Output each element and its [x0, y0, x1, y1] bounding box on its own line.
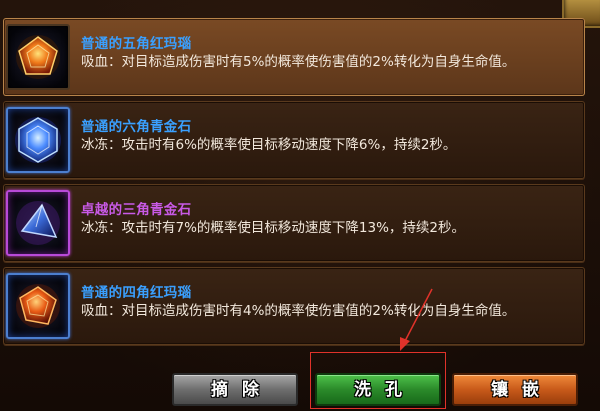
gem-list: 普通的五角红玛瑙 吸血：对目标造成伤害时有5%的概率使伤害值的2%转化为自身生命…	[3, 18, 585, 350]
red-agate-square-icon	[16, 284, 60, 328]
gem-name: 普通的四角红玛瑙	[81, 285, 192, 301]
gem-icon-frame	[6, 24, 70, 90]
gem-icon-frame	[6, 190, 70, 256]
gem-row[interactable]: 卓越的三角青金石 冰冻：攻击时有7%的概率使目标移动速度下降13%，持续2秒。	[3, 184, 585, 262]
gem-row[interactable]: 普通的五角红玛瑙 吸血：对目标造成伤害时有5%的概率使伤害值的2%转化为自身生命…	[3, 18, 585, 96]
blue-lapis-hexagon-icon	[15, 117, 61, 163]
gem-icon-frame	[6, 107, 70, 173]
gem-description: 吸血：对目标造成伤害时有5%的概率使伤害值的2%转化为自身生命值。	[81, 54, 516, 70]
gem-row[interactable]: 普通的四角红玛瑙 吸血：对目标造成伤害时有4%的概率使伤害值的2%转化为自身生命…	[3, 267, 585, 345]
gem-icon-frame	[6, 273, 70, 339]
inlay-button[interactable]: 镶嵌	[452, 373, 578, 406]
blue-lapis-triangle-icon	[16, 201, 60, 245]
remove-button[interactable]: 摘除	[172, 373, 298, 406]
gem-name: 普通的五角红玛瑙	[81, 36, 192, 52]
gem-socket-panel: 普通的五角红玛瑙 吸血：对目标造成伤害时有5%的概率使伤害值的2%转化为自身生命…	[0, 0, 600, 411]
red-agate-pentagon-icon	[16, 35, 60, 79]
gem-row[interactable]: 普通的六角青金石 冰冻：攻击时有6%的概率使目标移动速度下降6%，持续2秒。	[3, 101, 585, 179]
gem-name: 普通的六角青金石	[81, 119, 192, 135]
gem-description: 冰冻：攻击时有6%的概率使目标移动速度下降6%，持续2秒。	[81, 137, 457, 153]
gem-description: 冰冻：攻击时有7%的概率使目标移动速度下降13%，持续2秒。	[81, 220, 466, 236]
gem-description: 吸血：对目标造成伤害时有4%的概率使伤害值的2%转化为自身生命值。	[81, 303, 516, 319]
annotation-highlight-box	[310, 352, 446, 409]
gem-name: 卓越的三角青金石	[81, 202, 192, 218]
action-bar: 摘除 洗孔 镶嵌	[0, 363, 600, 411]
annotation-arrow-icon	[400, 288, 433, 351]
